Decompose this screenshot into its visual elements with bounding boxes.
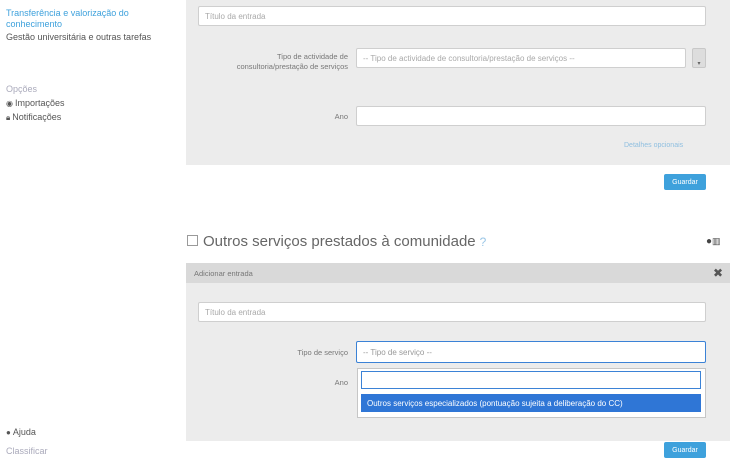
- sidebar-item-notificacoes[interactable]: 🔒︎ Notificações: [6, 112, 61, 123]
- sidebar-item-label: Notificações: [12, 112, 62, 122]
- year-input-top[interactable]: [356, 106, 706, 126]
- import-icon: ◉: [6, 99, 13, 108]
- help-icon[interactable]: ?: [480, 235, 487, 249]
- activity-type-select[interactable]: -- Tipo de actividade de consultoria/pre…: [356, 48, 686, 68]
- help-icon: ●: [6, 428, 11, 437]
- sidebar-bottom-label: Classificar: [6, 446, 48, 456]
- chevron-down-icon: ▾: [697, 61, 701, 67]
- section-actions: ●▥: [706, 236, 721, 247]
- service-type-select[interactable]: -- Tipo de serviço --: [356, 341, 706, 363]
- add-entry-header: Adicionar entrada: [186, 263, 730, 283]
- section-title-text: Outros serviços prestados à comunidade: [203, 233, 476, 250]
- sidebar-item-importacoes[interactable]: ◉ Importações: [6, 98, 65, 109]
- sidebar-item-label: Ajuda: [12, 427, 36, 437]
- sidebar-item-label: Importações: [14, 98, 65, 108]
- save-button-bottom[interactable]: Guardar: [664, 442, 706, 458]
- title-input[interactable]: Título da entrada: [198, 6, 706, 26]
- dropdown-search-input[interactable]: [361, 371, 701, 389]
- sidebar-item-help[interactable]: ● Ajuda: [6, 427, 36, 438]
- save-button-top[interactable]: Guardar: [664, 174, 706, 190]
- section-checkbox[interactable]: [187, 235, 198, 246]
- chart-icon[interactable]: ▥: [712, 236, 721, 246]
- dropdown-button[interactable]: ▾: [692, 48, 706, 68]
- lock-icon: 🔒︎: [6, 113, 11, 122]
- dropdown-option-highlighted[interactable]: Outros serviços especializados (pontuaçã…: [361, 394, 701, 412]
- sidebar: Transferência e valorização do conhecime…: [0, 0, 180, 458]
- sidebar-item-gestao[interactable]: Gestão universitária e outras tarefas: [6, 32, 166, 43]
- year-label-bottom: Ano: [334, 378, 348, 387]
- title-input-bottom[interactable]: Título da entrada: [198, 302, 706, 322]
- optional-details-link[interactable]: Detalhes opcionais: [624, 142, 683, 149]
- service-type-label: Tipo de serviço: [297, 348, 348, 357]
- sidebar-section-label: Opções: [6, 84, 38, 94]
- year-label-top: Ano: [334, 112, 348, 121]
- sidebar-item-transferencia[interactable]: Transferência e valorização do conhecime…: [6, 8, 176, 30]
- activity-type-label: Tipo de actividade de consultoria/presta…: [236, 52, 348, 71]
- close-icon[interactable]: ✖: [713, 266, 723, 280]
- section-title: Outros serviços prestados à comunidade?: [203, 233, 486, 250]
